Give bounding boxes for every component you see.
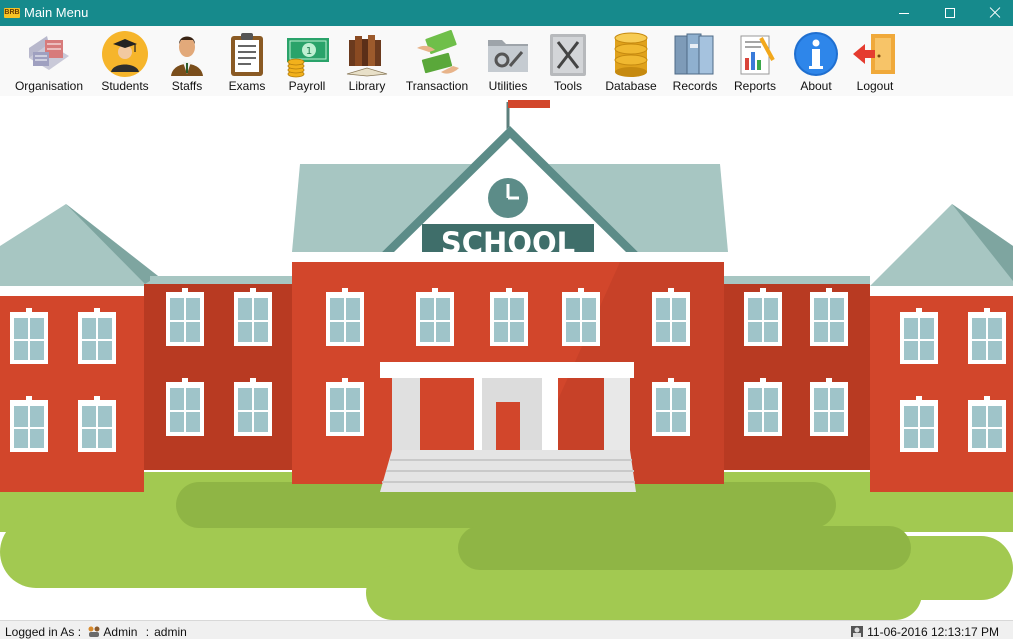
library-button[interactable]: Library (340, 28, 394, 94)
organisation-icon (29, 36, 69, 70)
toolbar-label: Transaction (405, 79, 469, 93)
portico (380, 362, 634, 378)
flag (508, 100, 550, 108)
database-button[interactable]: Database (600, 28, 662, 94)
user-role: Admin (103, 625, 138, 639)
admin-role-icon (88, 626, 100, 637)
utilities-button[interactable]: Utilities (480, 28, 536, 94)
toolbar-label: Organisation (14, 79, 84, 93)
window (416, 288, 454, 346)
utilities-icon (488, 40, 528, 72)
window (652, 288, 690, 346)
toolbar-label: Tools (553, 79, 582, 93)
close-button[interactable] (973, 0, 1013, 26)
svg-text:1: 1 (306, 46, 312, 57)
window (652, 378, 690, 436)
window (968, 308, 1006, 364)
toolbar-label: Students (101, 79, 149, 93)
window (326, 288, 364, 346)
toolbar-label: Exams (228, 79, 266, 93)
transaction-button[interactable]: Transaction (400, 28, 474, 94)
front-door[interactable] (496, 402, 520, 450)
logout-icon (853, 34, 895, 74)
window (78, 308, 116, 364)
window (490, 288, 528, 346)
students-button[interactable]: Students (94, 28, 156, 94)
toolbar-label: Library (348, 79, 386, 93)
toolbar-label: Database (605, 79, 657, 93)
left-wing-roof (0, 204, 158, 296)
window (10, 396, 48, 452)
library-icon (346, 35, 388, 77)
window (166, 288, 204, 346)
about-icon (794, 32, 838, 76)
window (166, 378, 204, 436)
datetime-panel: 11-06-2016 12:13:17 PM (851, 625, 999, 639)
toolbar-label: Logout (856, 79, 894, 93)
toolbar-label: Utilities (488, 79, 528, 93)
organisation-button[interactable]: Organisation (8, 28, 90, 94)
window (900, 396, 938, 452)
toolbar-label: Payroll (288, 79, 326, 93)
staffs-icon (171, 36, 203, 76)
title-bar: BRB Main Menu (0, 0, 1013, 26)
school-illustration: SCHOOL (0, 100, 1013, 620)
window (326, 378, 364, 436)
toolbar-label: Records (672, 79, 718, 93)
tools-button[interactable]: Tools (542, 28, 594, 94)
window (234, 378, 272, 436)
window-title: Main Menu (24, 5, 89, 20)
role-separator: : (145, 625, 150, 639)
toolbar-label: Staffs (171, 79, 203, 93)
records-button[interactable]: Records (668, 28, 722, 94)
exams-button[interactable]: Exams (220, 28, 274, 94)
staffs-button[interactable]: Staffs (160, 28, 214, 94)
minimize-button[interactable] (881, 0, 927, 26)
window (78, 396, 116, 452)
toolbar-label: Reports (733, 79, 777, 93)
window (968, 396, 1006, 452)
window (744, 378, 782, 436)
database-icon (614, 32, 648, 77)
toolbar-label: About (800, 79, 832, 93)
window (810, 288, 848, 346)
status-bar: Logged in As : Admin : admin 11-06-2016 1… (0, 620, 1013, 639)
logout-button[interactable]: Logout (848, 28, 902, 94)
about-button[interactable]: About (788, 28, 844, 94)
window (900, 308, 938, 364)
records-icon (674, 33, 714, 75)
transaction-icon (417, 30, 459, 74)
app-icon: BRB (4, 8, 20, 18)
students-icon (102, 31, 148, 77)
window (10, 308, 48, 364)
maximize-button[interactable] (927, 0, 973, 26)
window (810, 378, 848, 436)
exams-icon (231, 33, 263, 76)
main-toolbar: Organisation Students Staffs Exams 1 Pay… (0, 26, 1013, 96)
username: admin (154, 625, 187, 639)
payroll-icon: 1 (287, 38, 329, 78)
logged-in-label: Logged in As : (5, 625, 82, 639)
window (562, 288, 600, 346)
current-datetime: 11-06-2016 12:13:17 PM (867, 625, 999, 639)
tools-icon (550, 34, 586, 76)
window (234, 288, 272, 346)
window (744, 288, 782, 346)
reports-icon (740, 35, 775, 75)
lawn (0, 472, 1013, 620)
reports-button[interactable]: Reports (728, 28, 782, 94)
payroll-button[interactable]: 1 Payroll (280, 28, 334, 94)
clock-user-icon (851, 626, 864, 637)
login-info: Logged in As : Admin : admin (5, 625, 187, 639)
